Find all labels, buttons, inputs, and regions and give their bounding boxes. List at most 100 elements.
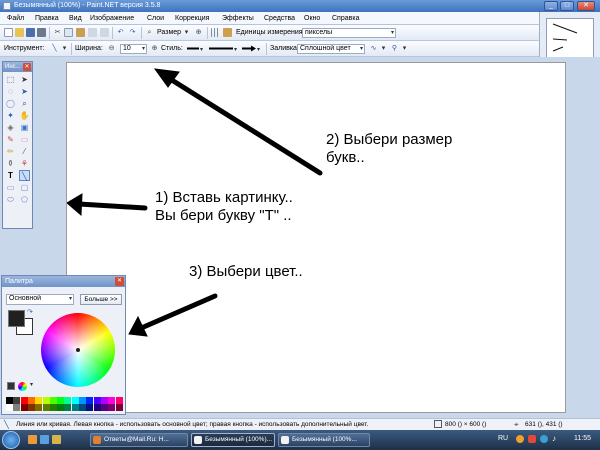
palette-swatch[interactable] bbox=[6, 404, 13, 411]
paint-bucket-tool-icon[interactable]: ◈ bbox=[5, 122, 16, 133]
save-icon[interactable] bbox=[26, 28, 35, 37]
palette-swatch[interactable] bbox=[86, 404, 94, 411]
palette-swatch[interactable] bbox=[108, 397, 116, 404]
lasso-tool-icon[interactable]: ◌ bbox=[5, 86, 16, 97]
undo-icon[interactable]: ↶ bbox=[116, 28, 125, 37]
network-icon[interactable] bbox=[540, 435, 548, 443]
print-icon[interactable] bbox=[37, 28, 46, 37]
palette-mode-select[interactable]: Основной ▾ bbox=[6, 294, 74, 305]
ellipse-tool-icon[interactable]: ⬭ bbox=[5, 194, 16, 205]
palette-swatch[interactable] bbox=[20, 397, 28, 404]
text-tool-icon[interactable]: T bbox=[5, 170, 16, 181]
palette-swatch[interactable] bbox=[49, 397, 57, 404]
increase-width-icon[interactable]: ⊕ bbox=[150, 44, 159, 53]
volume-icon[interactable]: ♪ bbox=[552, 434, 556, 443]
palette-swatch[interactable] bbox=[115, 404, 123, 411]
ruler-icon[interactable] bbox=[223, 28, 232, 37]
menu-file[interactable]: Файл bbox=[4, 13, 27, 24]
pencil-tool-icon[interactable]: ✏ bbox=[5, 146, 16, 157]
palette-swatch[interactable] bbox=[100, 397, 108, 404]
paintbrush-tool-icon[interactable]: ✎ bbox=[5, 134, 16, 145]
menu-window[interactable]: Окно bbox=[301, 13, 323, 24]
palette-swatch[interactable] bbox=[100, 404, 108, 411]
more-button[interactable]: Больше >> bbox=[80, 294, 122, 305]
fill-select[interactable]: Сплошной цвет ▾ bbox=[297, 44, 365, 54]
zoom-in-icon[interactable]: ⊕ bbox=[194, 28, 203, 37]
palette-swatch[interactable] bbox=[13, 404, 21, 411]
chevron-down-icon[interactable]: ▾ bbox=[379, 44, 388, 53]
tools-panel-close-icon[interactable]: ✕ bbox=[23, 63, 31, 71]
quicklaunch-firefox-icon[interactable] bbox=[28, 435, 37, 444]
palette-swatch[interactable] bbox=[6, 397, 13, 404]
redo-icon[interactable]: ↷ bbox=[128, 28, 137, 37]
palette-swatch[interactable] bbox=[42, 404, 50, 411]
antialiasing-icon[interactable]: ∿ bbox=[369, 44, 378, 53]
menu-image[interactable]: Изображение bbox=[87, 13, 137, 24]
units-select[interactable]: пикселы ▾ bbox=[302, 28, 396, 38]
gradient-tool-icon[interactable]: ▣ bbox=[19, 122, 30, 133]
chevron-down-icon[interactable]: ▾ bbox=[400, 44, 409, 53]
palette-swatch[interactable] bbox=[86, 397, 94, 404]
ellipse-select-tool-icon[interactable]: ◯ bbox=[5, 98, 16, 109]
chevron-down-icon[interactable]: ▾ bbox=[60, 44, 69, 53]
menu-layers[interactable]: Слои bbox=[144, 13, 167, 24]
palette-swatch[interactable] bbox=[57, 404, 65, 411]
decrease-width-icon[interactable]: ⊖ bbox=[107, 44, 116, 53]
line-start-style-icon[interactable]: ▾ bbox=[186, 44, 206, 53]
menu-help[interactable]: Справка bbox=[329, 13, 362, 24]
close-button[interactable]: ✕ bbox=[577, 1, 595, 11]
mini-primary-swatch-icon[interactable] bbox=[7, 382, 15, 390]
palette-swatch[interactable] bbox=[35, 397, 43, 404]
rect-select-tool-icon[interactable]: ⬚ bbox=[5, 74, 16, 85]
move-tool-icon[interactable]: ➤ bbox=[19, 74, 30, 85]
chevron-down-icon[interactable]: ▾ bbox=[30, 381, 33, 388]
new-icon[interactable] bbox=[4, 28, 13, 37]
palette-swatch[interactable] bbox=[27, 404, 35, 411]
image-canvas[interactable]: 2) Выбери размер букв.. 1) Вставь картин… bbox=[66, 62, 566, 413]
palette-swatch[interactable] bbox=[64, 404, 72, 411]
pan-tool-icon[interactable]: ✋ bbox=[19, 110, 30, 121]
color-wheel[interactable] bbox=[41, 313, 115, 387]
zoom-dropdown-icon[interactable]: ▾ bbox=[182, 28, 191, 37]
maximize-button[interactable]: □ bbox=[560, 1, 574, 11]
palette-swatch[interactable] bbox=[93, 397, 101, 404]
language-indicator[interactable]: RU bbox=[498, 435, 508, 442]
palette-swatch[interactable] bbox=[57, 397, 65, 404]
menu-effects[interactable]: Эффекты bbox=[219, 13, 257, 24]
crop-icon[interactable] bbox=[88, 28, 97, 37]
grid-icon[interactable] bbox=[211, 28, 220, 37]
palette-swatch[interactable] bbox=[64, 397, 72, 404]
line-end-style-icon[interactable]: ▾ bbox=[241, 44, 263, 53]
image-thumbnail[interactable] bbox=[546, 18, 594, 58]
cut-icon[interactable]: ✂ bbox=[53, 28, 62, 37]
palette-options-icon[interactable] bbox=[18, 382, 27, 391]
menu-edit[interactable]: Правка bbox=[32, 13, 62, 24]
clone-stamp-tool-icon[interactable]: ⚱ bbox=[5, 158, 16, 169]
palette-swatch[interactable] bbox=[79, 397, 86, 404]
eraser-tool-icon[interactable]: ▭ bbox=[19, 134, 30, 145]
palette-swatch[interactable] bbox=[79, 404, 86, 411]
task-paintnet-active[interactable]: Безымянный (100%)... bbox=[191, 433, 275, 447]
start-button[interactable] bbox=[2, 431, 20, 449]
palette-swatch[interactable] bbox=[108, 404, 116, 411]
copy-icon[interactable] bbox=[64, 28, 73, 37]
palette-swatch[interactable] bbox=[49, 404, 57, 411]
recolor-tool-icon[interactable]: ⚘ bbox=[19, 158, 30, 169]
minimize-button[interactable]: _ bbox=[544, 1, 558, 11]
swap-colors-icon[interactable]: ↷ bbox=[27, 308, 33, 316]
palette-swatch[interactable] bbox=[71, 397, 79, 404]
color-picker-tool-icon[interactable]: ⁄ bbox=[19, 146, 30, 157]
deselect-icon[interactable] bbox=[100, 28, 109, 37]
palette-close-icon[interactable]: ✕ bbox=[115, 277, 124, 286]
paste-icon[interactable] bbox=[76, 28, 85, 37]
primary-color-swatch[interactable] bbox=[8, 310, 25, 327]
quicklaunch-desktop-icon[interactable] bbox=[40, 435, 49, 444]
magic-wand-tool-icon[interactable]: ✦ bbox=[5, 110, 16, 121]
zoom-tool-icon[interactable]: ⌕ bbox=[19, 98, 30, 109]
palette-swatch[interactable] bbox=[20, 404, 28, 411]
task-paintnet[interactable]: Безымянный (100%... bbox=[278, 433, 370, 447]
palette-swatch[interactable] bbox=[115, 397, 123, 404]
palette-swatch[interactable] bbox=[13, 397, 21, 404]
dash-style-icon[interactable]: ▾ bbox=[208, 44, 240, 53]
freeform-shape-tool-icon[interactable]: ⬠ bbox=[19, 194, 30, 205]
